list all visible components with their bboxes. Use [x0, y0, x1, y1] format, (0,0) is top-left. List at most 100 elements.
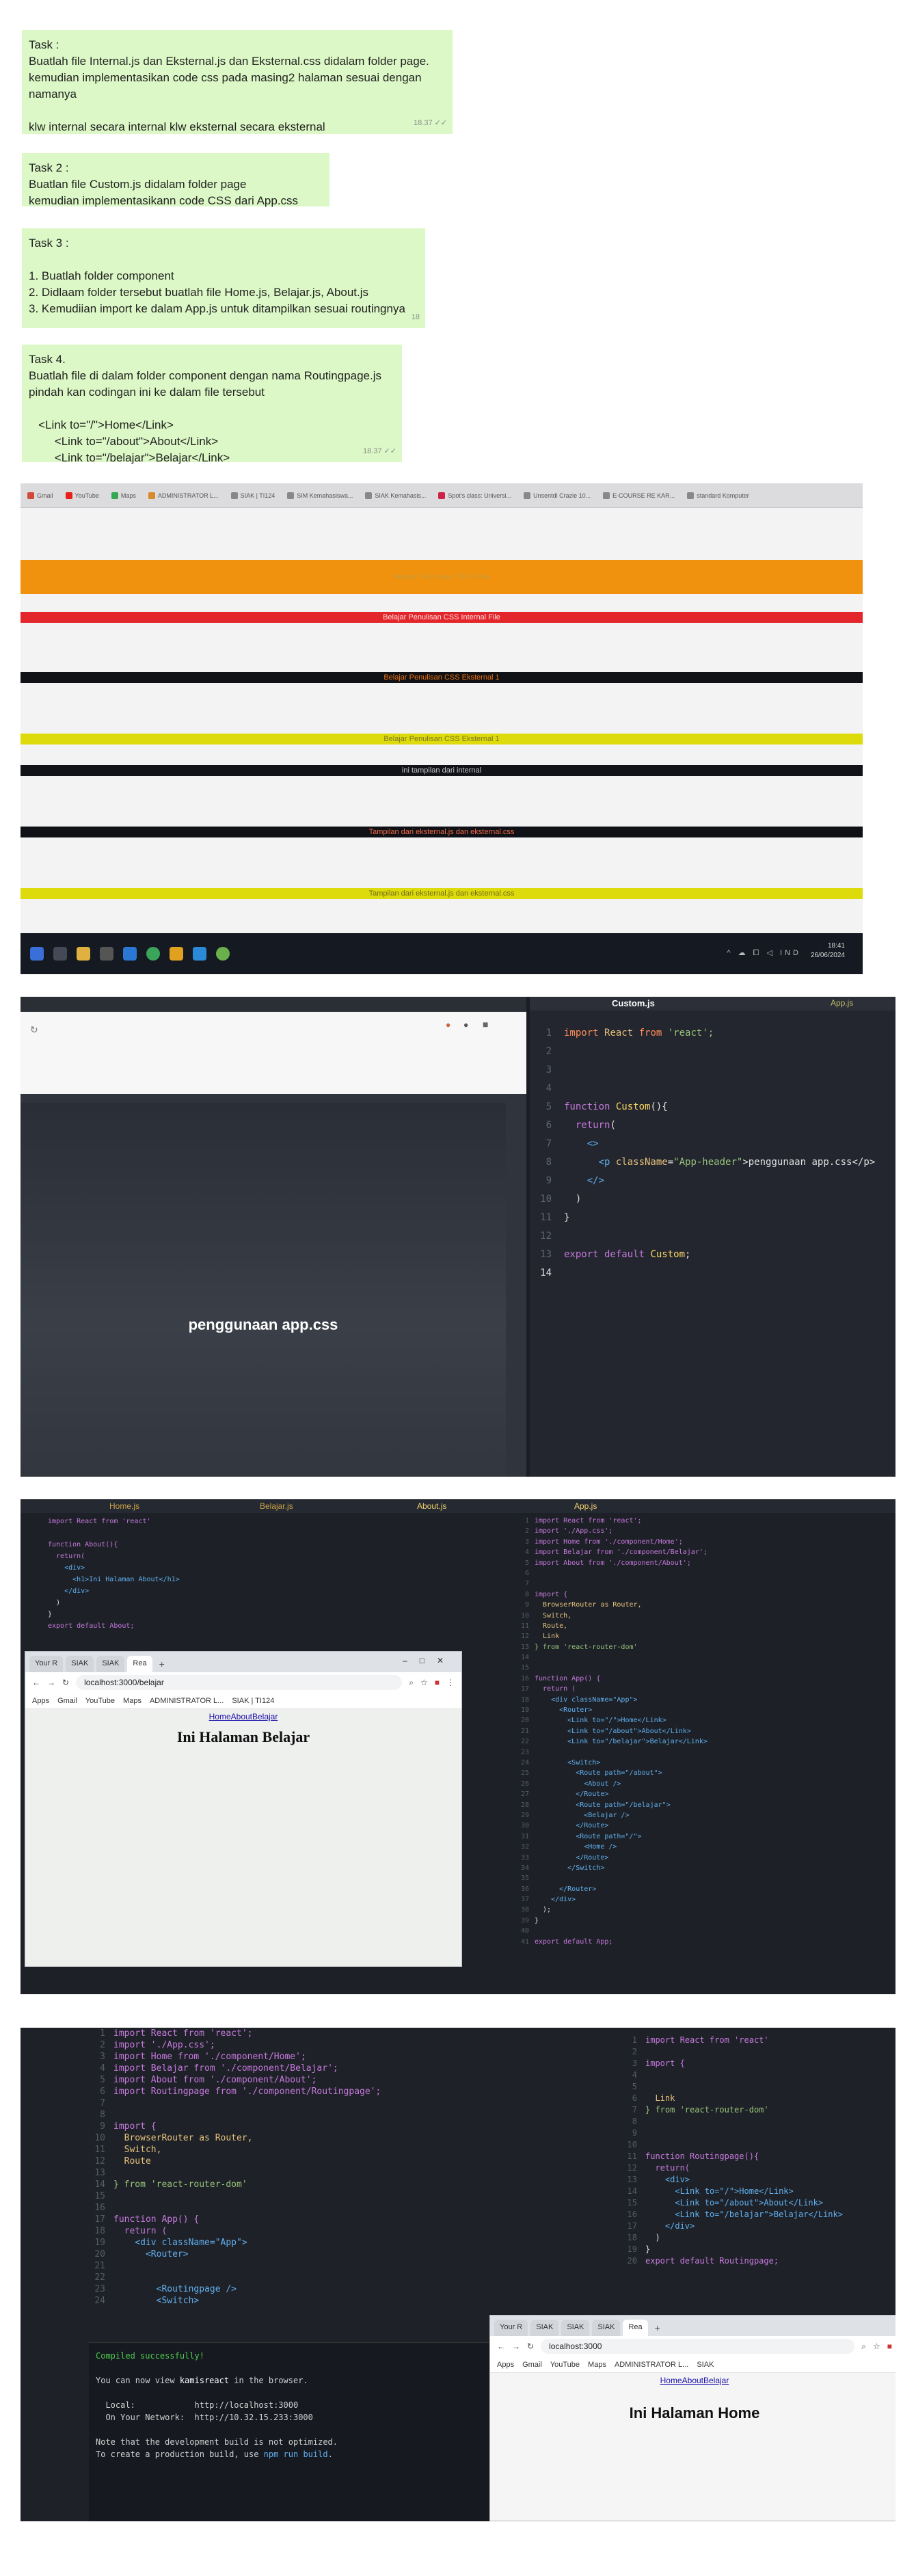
- code-line[interactable]: [96, 2387, 485, 2399]
- bookmark-item[interactable]: Unsentdl Crazie 10...: [524, 492, 591, 499]
- code-line[interactable]: 14} from 'react-router-dom': [89, 2179, 381, 2190]
- store-icon[interactable]: [100, 947, 113, 961]
- code-line[interactable]: 3 import Home from './component/Home';: [514, 1537, 708, 1547]
- extension-icon[interactable]: ●: [446, 1020, 450, 1030]
- extension-icon[interactable]: ■: [887, 2342, 892, 2351]
- bookmark-item[interactable]: standard Komputer: [687, 492, 749, 499]
- code-line[interactable]: 14 <Link to="/">Home</Link>: [622, 2186, 843, 2197]
- code-line[interactable]: 4 import Belajar from './component/Belaja…: [89, 2063, 381, 2074]
- tab-app-js[interactable]: App.js: [831, 998, 853, 1008]
- code-line[interactable]: 5: [622, 2081, 843, 2093]
- code-line[interactable]: 15: [89, 2190, 381, 2202]
- code-line[interactable]: 12 return(: [622, 2162, 843, 2174]
- forward-icon[interactable]: →: [512, 2342, 520, 2351]
- code-line[interactable]: 1 import React from 'react': [622, 2035, 843, 2046]
- code-line[interactable]: 16 <Link to="/belajar">Belajar</Link>: [622, 2209, 843, 2221]
- terminal-output[interactable]: Compiled successfully! You can now view k…: [89, 2342, 492, 2521]
- star-icon[interactable]: ☆: [420, 1678, 428, 1687]
- browser-tab[interactable]: SIAK: [66, 1656, 94, 1672]
- code-area-app[interactable]: 1 import React from 'react'; 2 import './Ap…: [89, 2028, 381, 2307]
- code-line[interactable]: Note that the development build is not o…: [96, 2436, 485, 2448]
- search-icon[interactable]: [53, 947, 67, 961]
- code-line[interactable]: 19 <div className="App">: [89, 2237, 381, 2249]
- code-line[interactable]: 40: [514, 1926, 708, 1936]
- code-line[interactable]: 22 <Link to="/belajar">Belajar</Link>: [514, 1736, 708, 1747]
- code-line[interactable]: 2: [530, 1043, 875, 1061]
- code-line[interactable]: 12: [530, 1227, 875, 1246]
- code-line[interactable]: [96, 2362, 485, 2374]
- bookmark-item[interactable]: SIAK: [697, 2361, 714, 2369]
- code-line[interactable]: 39}: [514, 1916, 708, 1926]
- code-line[interactable]: 20 <Router>: [89, 2249, 381, 2260]
- reload-icon[interactable]: ↻: [527, 2342, 534, 2351]
- bookmark-item[interactable]: SIAK | TI124: [230, 492, 275, 499]
- back-icon[interactable]: ←: [32, 1678, 40, 1687]
- tab-about-js[interactable]: About.js: [417, 1501, 446, 1511]
- code-line[interactable]: 37 </div>: [514, 1894, 708, 1905]
- bookmark-item[interactable]: YouTube: [550, 2361, 580, 2369]
- code-line[interactable]: 28 <Route path="/belajar">: [514, 1800, 708, 1810]
- code-area-app[interactable]: 1 import React from 'react'; 2 import './Ap…: [514, 1516, 708, 1947]
- code-line[interactable]: 5 import About from './component/About';: [514, 1558, 708, 1568]
- code-line[interactable]: 14: [530, 1264, 875, 1283]
- code-line[interactable]: 10 ): [530, 1190, 875, 1209]
- code-line[interactable]: 3: [530, 1061, 875, 1079]
- bookmark-item[interactable]: Spot's class: Universi...: [438, 492, 511, 499]
- browser-tab[interactable]: Your R: [29, 1656, 64, 1672]
- browser-tab-active[interactable]: Rea: [127, 1656, 152, 1672]
- code-line[interactable]: 12 Route: [89, 2156, 381, 2167]
- code-line[interactable]: 23 <Routingpage />: [89, 2283, 381, 2295]
- code-line[interactable]: 15: [514, 1663, 708, 1673]
- search-icon[interactable]: ⌕: [861, 2342, 866, 2352]
- code-line[interactable]: 1 import React from 'react';: [514, 1516, 708, 1526]
- extension-icon[interactable]: ●: [463, 1020, 468, 1030]
- taskbar-clock[interactable]: 18:41 26/06/2024: [811, 941, 845, 961]
- code-line[interactable]: 6: [514, 1568, 708, 1579]
- code-line[interactable]: 8 <p className="App-header">penggunaan a…: [530, 1153, 876, 1172]
- code-line[interactable]: 16 function App() {: [514, 1674, 708, 1684]
- code-line[interactable]: 4 import Belajar from './component/Belaja…: [514, 1547, 708, 1557]
- browser-tab[interactable]: SIAK: [530, 2320, 559, 2336]
- code-editor[interactable]: Custom.js App.js 1 import React from 'rea…: [530, 997, 895, 1477]
- bookmark-item[interactable]: Maps: [123, 1697, 142, 1705]
- code-line[interactable]: 17 return (: [514, 1684, 708, 1694]
- code-line[interactable]: 3 import {: [622, 2058, 843, 2069]
- code-line[interactable]: 31 <Route path="/">: [514, 1832, 708, 1842]
- code-line[interactable]: 8: [622, 2116, 843, 2128]
- nav-links[interactable]: HomeAboutBelajar: [25, 1712, 461, 1721]
- code-line[interactable]: 26 <About />: [514, 1779, 708, 1789]
- bookmark-item[interactable]: Maps: [588, 2361, 606, 2369]
- code-line[interactable]: 13 export default Custom;: [530, 1246, 875, 1264]
- code-line[interactable]: 20 <Link to="/">Home</Link>: [514, 1715, 708, 1726]
- code-line[interactable]: 23: [514, 1747, 708, 1758]
- code-line[interactable]: 18 return (: [89, 2225, 381, 2237]
- star-icon[interactable]: ☆: [873, 2342, 880, 2351]
- code-line[interactable]: 10: [622, 2139, 843, 2151]
- code-line[interactable]: 16: [89, 2202, 381, 2214]
- code-line[interactable]: 27 </Route>: [514, 1789, 708, 1799]
- url-input[interactable]: localhost:3000/belajar: [76, 1675, 403, 1690]
- code-line[interactable]: 17 function App() {: [89, 2214, 381, 2225]
- code-line[interactable]: 8 import {: [514, 1589, 708, 1600]
- code-line[interactable]: 22: [89, 2272, 381, 2283]
- code-line[interactable]: 5 import About from './component/About';: [89, 2074, 381, 2086]
- bookmark-item[interactable]: ADMINISTRATOR L...: [150, 1697, 224, 1705]
- code-line[interactable]: 6 import Routingpage from './component/Ro…: [89, 2086, 381, 2097]
- app-icon[interactable]: [216, 947, 230, 961]
- tab-home-js[interactable]: Home.js: [109, 1501, 139, 1511]
- code-line[interactable]: 10 Switch,: [514, 1611, 708, 1621]
- code-line[interactable]: 1 import React from 'react';: [89, 2028, 381, 2039]
- code-line[interactable]: 7: [89, 2097, 381, 2109]
- code-line[interactable]: 41 export default App;: [514, 1937, 708, 1947]
- tab-app-js[interactable]: App.js: [574, 1501, 597, 1511]
- code-line[interactable]: 9 BrowserRouter as Router,: [514, 1600, 708, 1610]
- code-line[interactable]: 21: [89, 2260, 381, 2272]
- code-area-about[interactable]: import React from 'react' function About(…: [48, 1516, 180, 1632]
- code-line[interactable]: You can now view kamisreact in the brows…: [96, 2374, 485, 2387]
- bookmark-item[interactable]: ADMINISTRATOR L...: [148, 492, 219, 499]
- bookmark-item[interactable]: Gmail: [57, 1697, 77, 1705]
- window-controls[interactable]: –□✕: [403, 1656, 456, 1665]
- code-line[interactable]: 7 <>: [530, 1135, 875, 1153]
- code-line[interactable]: [96, 2424, 485, 2436]
- code-line[interactable]: 7} from 'react-router-dom': [622, 2104, 843, 2116]
